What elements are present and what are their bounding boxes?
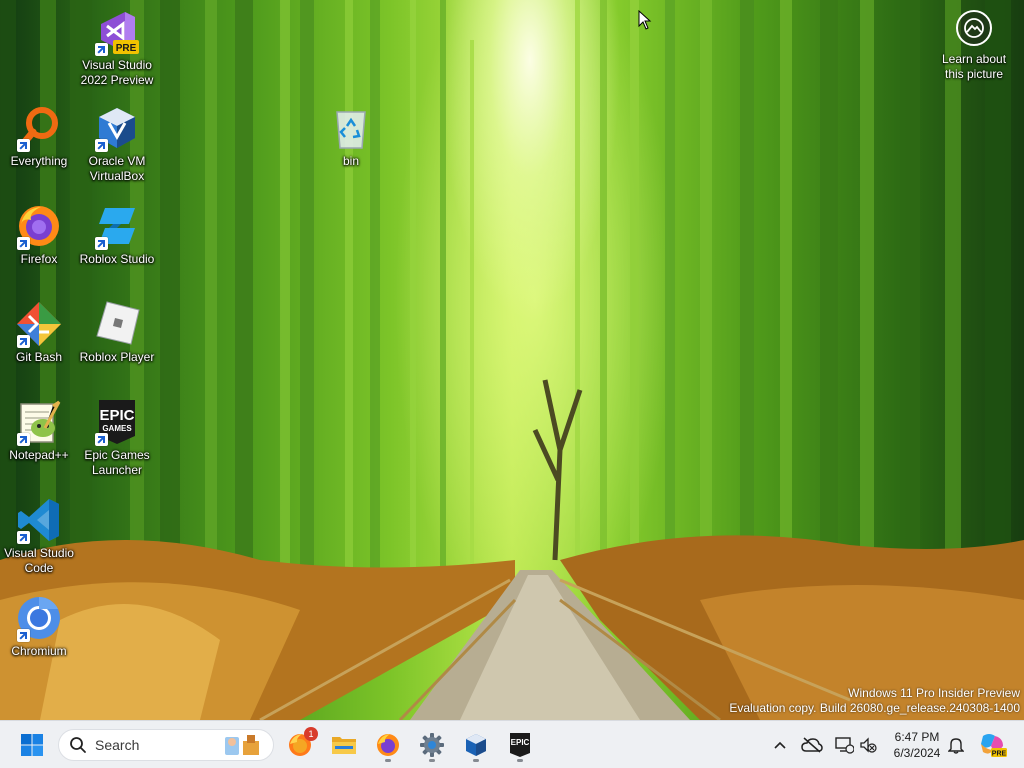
desktop-icon-vscode[interactable]: Visual Studio Code <box>0 496 78 576</box>
taskbar-epic-games[interactable]: EPIC <box>502 727 538 763</box>
desktop-icon-label: Epic Games Launcher <box>84 448 150 477</box>
shortcut-arrow-icon <box>17 335 30 348</box>
show-hidden-icons-button[interactable] <box>768 733 792 757</box>
taskbar-firefox[interactable] <box>370 727 406 763</box>
windows-start-icon <box>21 734 43 756</box>
camera-learn-icon <box>956 10 992 46</box>
watermark-line-2: Evaluation copy. Build 26080.ge_release.… <box>729 701 1020 715</box>
learn-about-label: Learn about this picture <box>941 52 1007 81</box>
roblox-player-icon <box>93 300 141 348</box>
epic-logo-text: EPIC <box>511 738 530 747</box>
shortcut-arrow-icon <box>17 237 30 250</box>
desktop-icon-label: Notepad++ <box>9 448 69 462</box>
start-button[interactable] <box>14 727 50 763</box>
pre-badge-text: PRE <box>992 751 1007 758</box>
running-indicator <box>429 759 435 762</box>
desktop-icon-label: Git Bash <box>15 350 63 364</box>
watermark-line-1: Windows 11 Pro Insider Preview <box>848 686 1020 700</box>
search-icon <box>70 737 86 753</box>
gear-icon <box>420 733 444 757</box>
copilot-button[interactable]: PRE <box>978 733 1008 758</box>
shortcut-arrow-icon <box>17 433 30 446</box>
learn-about-this-picture[interactable]: Learn about this picture <box>926 10 1022 82</box>
epic-games-icon: EPIC <box>510 733 530 757</box>
games-logo-text: GAMES <box>102 424 132 433</box>
virtualbox-icon <box>93 104 141 152</box>
firefox-icon <box>15 202 63 250</box>
epic-logo-text: EPIC <box>99 407 134 424</box>
vscode-icon <box>15 496 63 544</box>
everything-search-icon <box>15 104 63 152</box>
pre-badge-text: PRE <box>116 43 137 54</box>
desktop-icon-roblox-studio[interactable]: Roblox Studio <box>78 202 156 267</box>
speaker-muted-icon <box>860 737 877 753</box>
desktop-icon-label: Roblox Player <box>79 350 155 364</box>
tray-volume[interactable] <box>856 733 880 757</box>
shortcut-arrow-icon <box>95 237 108 250</box>
epic-games-icon: EPIC GAMES <box>93 398 141 446</box>
notification-badge: 1 <box>304 727 318 741</box>
taskbar-file-explorer[interactable] <box>326 727 362 763</box>
desktop-icon-git-bash[interactable]: Git Bash <box>0 300 78 365</box>
mouse-cursor-icon <box>638 10 652 30</box>
running-indicator <box>517 759 523 762</box>
git-bash-icon <box>15 300 63 348</box>
desktop-icon-roblox-player[interactable]: Roblox Player <box>78 300 156 365</box>
clock-date: 6/3/2024 <box>893 746 941 760</box>
shortcut-arrow-icon <box>17 139 30 152</box>
taskbar-firefox-nightly[interactable]: 1 <box>282 727 318 763</box>
desktop-icon-virtualbox[interactable]: Oracle VM VirtualBox <box>78 104 156 184</box>
desktop-icon-label: Chromium <box>11 644 67 658</box>
desktop-icon-recycle-bin[interactable]: bin <box>312 104 390 169</box>
taskbar-search-box[interactable]: Search <box>58 729 274 761</box>
desktop-icon-label: Firefox <box>20 252 58 266</box>
recycle-bin-icon <box>327 104 375 152</box>
desktop-icon-everything[interactable]: Everything <box>0 104 78 169</box>
desktop-icon-visual-studio-preview[interactable]: PRE Visual Studio 2022 Preview <box>78 8 156 88</box>
clock-time: 6:47 PM <box>894 730 940 744</box>
chevron-up-icon <box>774 741 786 749</box>
roblox-studio-icon <box>93 202 141 250</box>
shortcut-arrow-icon <box>17 629 30 642</box>
desktop-wallpaper[interactable]: PRE Visual Studio 2022 Preview Everythin… <box>0 0 1024 720</box>
desktop-icon-label: Everything <box>10 154 68 168</box>
desktop-icon-label: Visual Studio 2022 Preview <box>80 58 154 87</box>
notepad-plus-plus-icon <box>15 398 63 446</box>
tray-network[interactable] <box>832 733 856 757</box>
windows-evaluation-watermark: Windows 11 Pro Insider Preview Evaluatio… <box>729 686 1020 716</box>
desktop-icon-label: Visual Studio Code <box>4 546 74 575</box>
taskbar: Search 1 EPIC 6:47 PM 6/3/2024 PRE <box>0 720 1024 768</box>
bell-icon <box>948 738 964 754</box>
desktop-icon-label: Oracle VM VirtualBox <box>88 154 146 183</box>
cloud-offline-icon <box>801 737 823 753</box>
search-highlight-icon <box>225 735 259 755</box>
taskbar-virtualbox[interactable] <box>458 727 494 763</box>
network-disconnected-icon <box>835 737 854 754</box>
notifications-button[interactable] <box>944 733 968 757</box>
tray-onedrive[interactable] <box>800 733 824 757</box>
shortcut-arrow-icon <box>95 43 108 56</box>
copilot-icon: PRE <box>981 734 1007 758</box>
virtualbox-icon <box>466 734 486 756</box>
folder-icon <box>332 737 356 754</box>
taskbar-settings[interactable] <box>414 727 450 763</box>
desktop-icon-epic-games[interactable]: EPIC GAMES Epic Games Launcher <box>78 398 156 478</box>
shortcut-arrow-icon <box>95 139 108 152</box>
taskbar-clock[interactable]: 6:47 PM 6/3/2024 <box>884 729 950 761</box>
desktop-icon-notepad-plus-plus[interactable]: Notepad++ <box>0 398 78 463</box>
desktop-icon-firefox[interactable]: Firefox <box>0 202 78 267</box>
shortcut-arrow-icon <box>95 433 108 446</box>
desktop-icon-label: Roblox Studio <box>79 252 155 266</box>
firefox-icon <box>377 734 399 756</box>
visual-studio-preview-icon: PRE <box>93 8 141 56</box>
search-placeholder: Search <box>95 737 140 753</box>
chromium-icon <box>15 594 63 642</box>
running-indicator <box>473 759 479 762</box>
running-indicator <box>385 759 391 762</box>
desktop-icon-chromium[interactable]: Chromium <box>0 594 78 659</box>
shortcut-arrow-icon <box>17 531 30 544</box>
desktop-icon-label: bin <box>342 154 359 168</box>
